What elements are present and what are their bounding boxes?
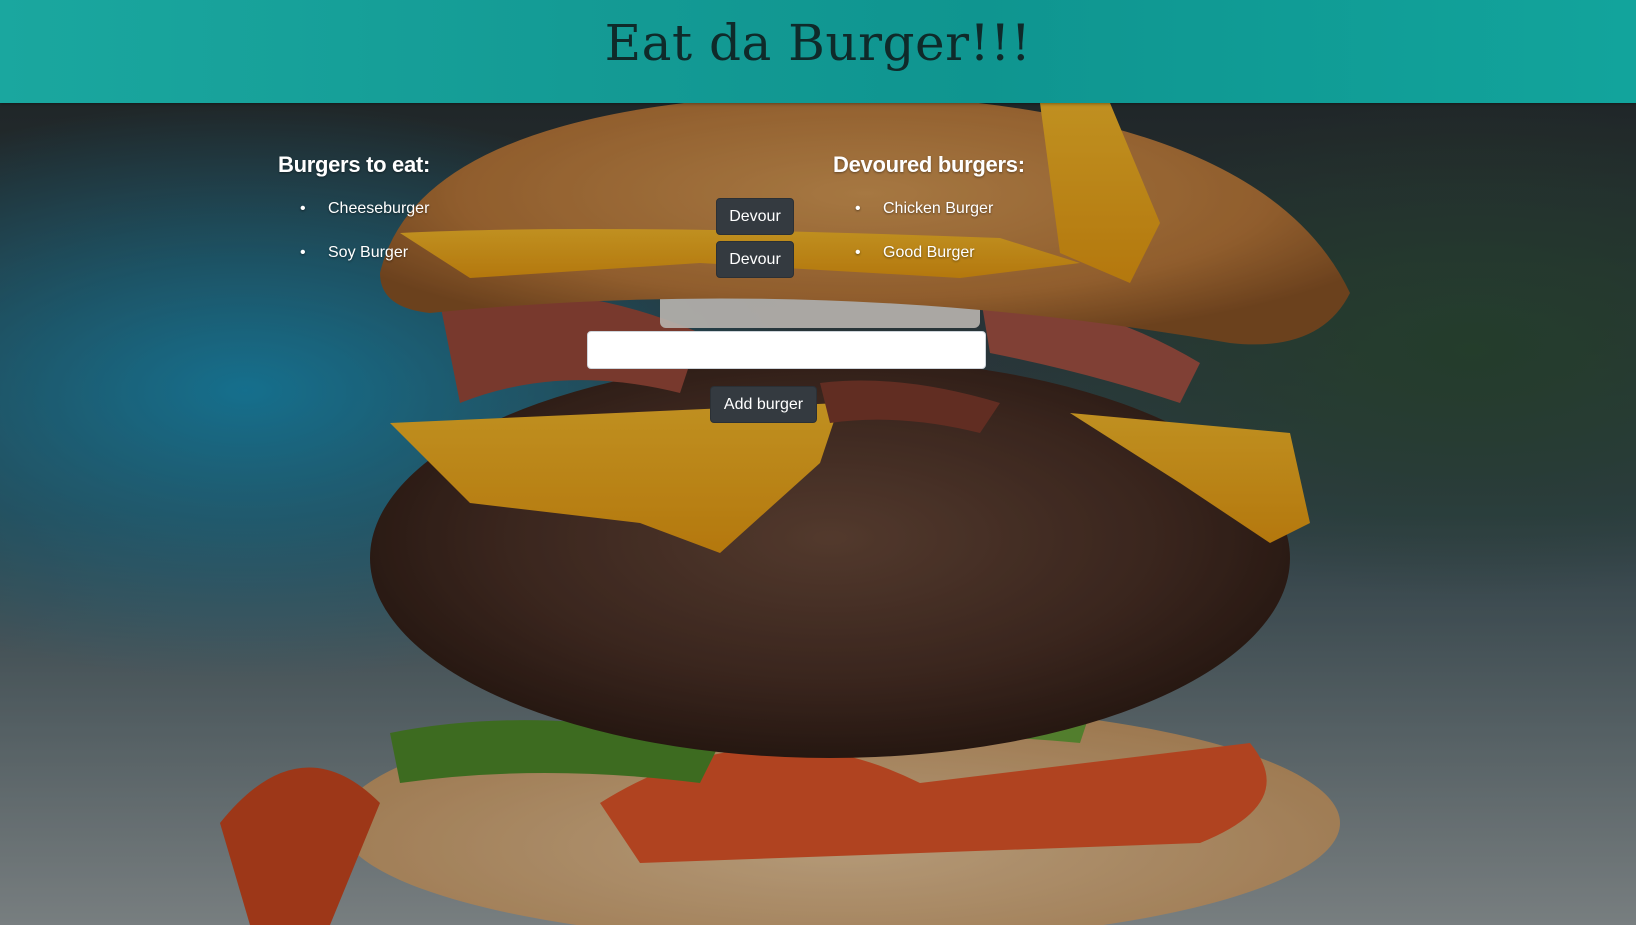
burgers-to-eat-list: Cheeseburger Soy Burger [300, 198, 429, 286]
burger-name: Good Burger [883, 244, 975, 261]
list-item-burger-to-eat: Cheeseburger [300, 198, 429, 242]
background-burger-image [0, 103, 1636, 925]
list-item-devoured-burger: Good Burger [855, 242, 993, 286]
page: Eat da Burger!!! Burgers to eat: Cheeseb… [0, 0, 1636, 925]
list-item-burger-to-eat: Soy Burger [300, 242, 429, 286]
burger-name: Chicken Burger [883, 200, 994, 217]
burgers-to-eat-heading: Burgers to eat: [278, 152, 430, 177]
list-item-devoured-burger: Chicken Burger [855, 198, 993, 242]
add-burger-button[interactable]: Add burger [710, 386, 817, 423]
burger-name: Soy Burger [328, 244, 409, 261]
burger-name: Cheeseburger [328, 200, 430, 217]
header-bar: Eat da Burger!!! [0, 0, 1636, 103]
devoured-burgers-list: Chicken Burger Good Burger [855, 198, 993, 286]
devoured-burgers-heading: Devoured burgers: [833, 152, 1025, 177]
devour-button[interactable]: Devour [716, 241, 794, 278]
burger-name-input[interactable] [587, 331, 986, 369]
page-title: Eat da Burger!!! [604, 14, 1032, 72]
devour-button[interactable]: Devour [716, 198, 794, 235]
